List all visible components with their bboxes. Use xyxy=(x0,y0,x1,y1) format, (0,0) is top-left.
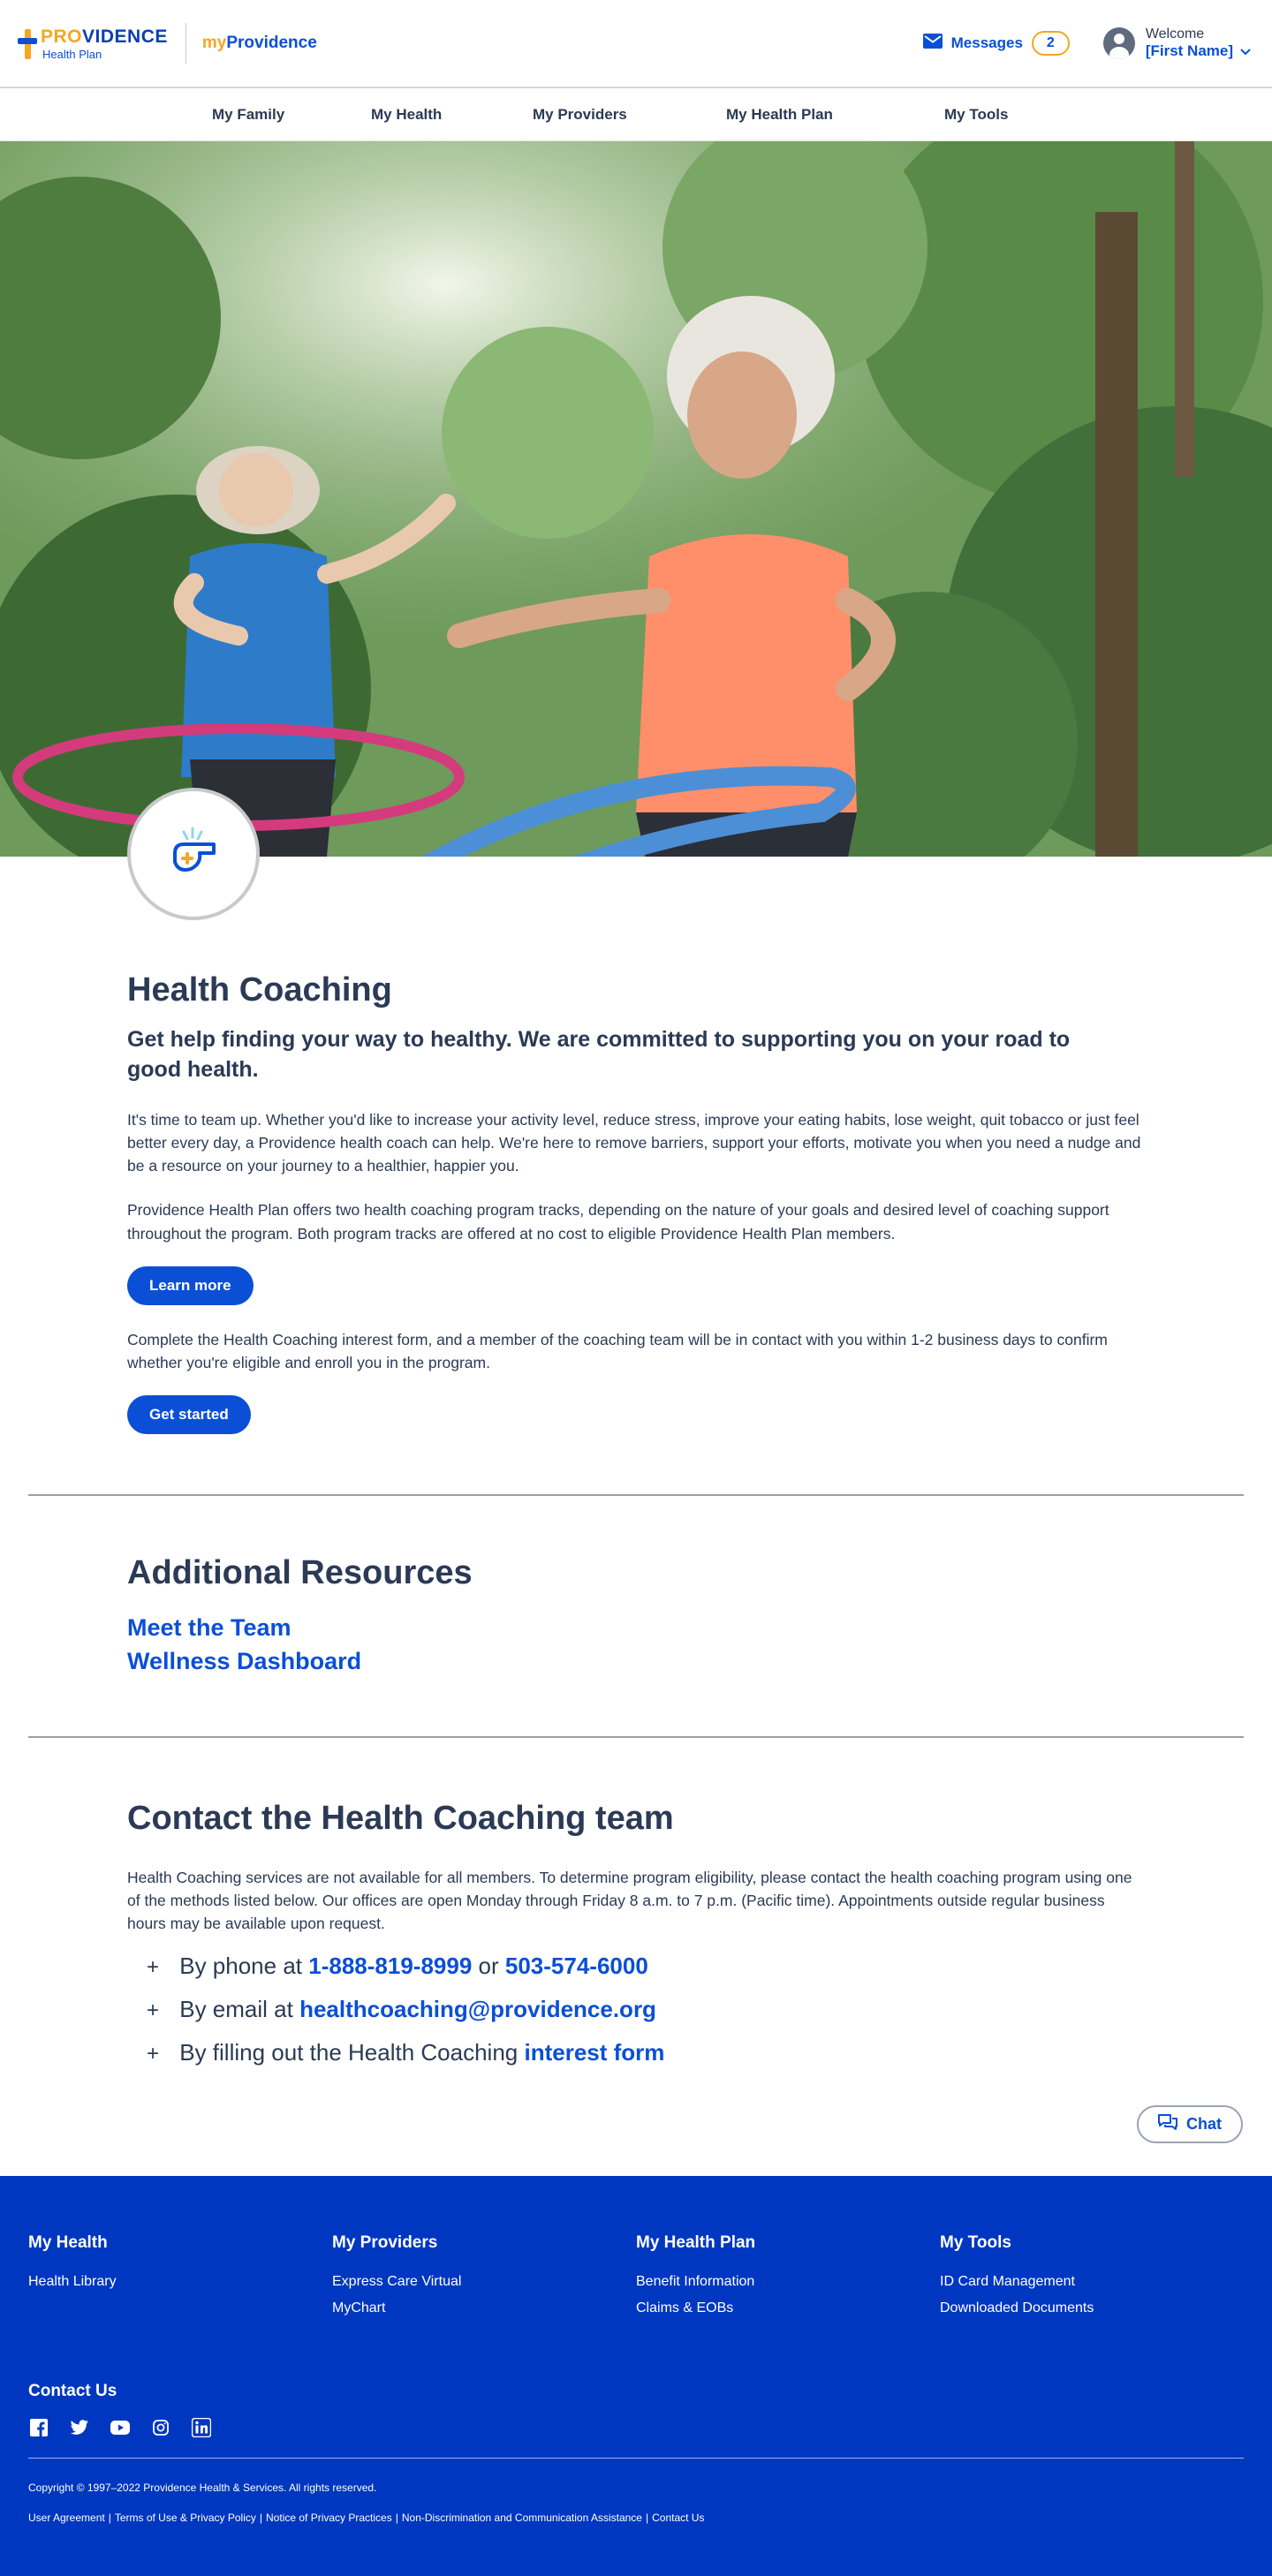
site-header: PROVIDENCE Health Plan myProvidence Mess… xyxy=(0,0,1272,88)
email-prefix: By email at xyxy=(179,1995,293,2022)
footer-link-express-care[interactable]: Express Care Virtual xyxy=(332,2269,636,2295)
footer-link-mychart[interactable]: MyChart xyxy=(332,2295,636,2322)
cross-logo-icon xyxy=(18,28,37,59)
user-name-text: [First Name] xyxy=(1145,42,1233,60)
footer-col-title: My Tools xyxy=(940,2232,1011,2252)
footer-col-my-providers: My Providers Express Care Virtual MyChar… xyxy=(332,2233,636,2323)
user-menu[interactable]: Welcome [First Name] xyxy=(1102,26,1251,61)
footer-col-my-health: My Health Health Library xyxy=(28,2233,332,2323)
legal-links: User Agreement | Terms of Use & Privacy Po… xyxy=(28,2512,705,2525)
portal-suffix: Providence xyxy=(226,34,317,52)
footer-col-title: My Health xyxy=(28,2232,108,2252)
copyright: Copyright © 1997–2022 Providence Health … xyxy=(28,2482,377,2495)
wellness-dashboard-link[interactable]: Wellness Dashboard xyxy=(127,1645,1145,1678)
whistle-icon xyxy=(163,821,224,888)
phone-link-2[interactable]: 503-574-6000 xyxy=(505,1953,648,1979)
learn-more-button[interactable]: Learn more xyxy=(127,1265,254,1305)
footer-col-my-tools: My Tools ID Card Management Downloaded D… xyxy=(940,2233,1244,2323)
avatar-icon xyxy=(1102,26,1135,59)
footer-col-title: My Providers xyxy=(332,2232,438,2252)
page-title: Health Coaching xyxy=(127,971,392,1008)
footer-link-id-card[interactable]: ID Card Management xyxy=(940,2269,1244,2295)
plus-icon: + xyxy=(147,1998,160,2022)
plus-icon: + xyxy=(147,1954,160,1979)
contact-section: Contact the Health Coaching team Health … xyxy=(0,1738,1272,2075)
get-started-button[interactable]: Get started xyxy=(127,1395,251,1435)
chat-label: Chat xyxy=(1186,2114,1222,2133)
nav-my-providers[interactable]: My Providers xyxy=(533,106,627,124)
footer-link-downloaded-documents[interactable]: Downloaded Documents xyxy=(940,2295,1244,2322)
phone-link-1[interactable]: 1-888-819-8999 xyxy=(308,1953,472,1979)
nav-my-family[interactable]: My Family xyxy=(212,106,284,124)
providence-logo[interactable]: PROVIDENCE Health Plan xyxy=(18,27,168,60)
legal-terms-privacy[interactable]: Terms of Use & Privacy Policy xyxy=(115,2512,256,2524)
contact-form-item: + By filling out the Health Coaching int… xyxy=(147,2031,1145,2074)
chevron-down-icon xyxy=(1240,42,1251,60)
footer-columns: My Health Health Library My Providers Ex… xyxy=(28,2233,1244,2323)
page-subtitle: Get help finding your way to healthy. We… xyxy=(127,1027,1071,1082)
chat-wrap: Chat xyxy=(0,2104,1272,2143)
nav-my-health[interactable]: My Health xyxy=(371,106,442,124)
instagram-icon[interactable] xyxy=(150,2417,171,2438)
interest-form-link[interactable]: interest form xyxy=(524,2039,664,2066)
youtube-icon[interactable] xyxy=(110,2417,131,2438)
footer-col-title: My Health Plan xyxy=(636,2232,756,2252)
phone-prefix: By phone at xyxy=(179,1952,303,1979)
envelope-icon xyxy=(922,33,943,53)
portal-prefix: my xyxy=(201,34,227,52)
twitter-icon[interactable] xyxy=(69,2417,90,2438)
intro-paragraph-3: Complete the Health Coaching interest fo… xyxy=(127,1330,1108,1371)
site-footer: My Health Health Library My Providers Ex… xyxy=(0,2175,1272,2576)
chat-bubbles-icon xyxy=(1158,2113,1177,2134)
logo-subtitle: Health Plan xyxy=(42,47,102,61)
linkedin-icon[interactable] xyxy=(191,2417,212,2438)
contact-paragraph: Health Coaching services are not availab… xyxy=(127,1868,1132,1933)
intro-paragraph-1: It's time to team up. Whether you'd like… xyxy=(127,1110,1141,1175)
phone-or: or xyxy=(478,1952,499,1979)
hero-illustration xyxy=(0,141,1272,857)
welcome-label: Welcome xyxy=(1145,26,1205,42)
footer-rule xyxy=(28,2458,1244,2459)
contact-phone-item: + By phone at 1-888-819-8999 or 503-574-… xyxy=(147,1945,1145,1988)
chat-button[interactable]: Chat xyxy=(1137,2104,1243,2143)
social-links xyxy=(28,2417,1244,2438)
logo-word: PROVIDENCE xyxy=(41,26,168,47)
facebook-icon[interactable] xyxy=(28,2417,49,2438)
user-name[interactable]: [First Name] xyxy=(1146,42,1251,60)
footer-link-claims-eobs[interactable]: Claims & EOBs xyxy=(636,2295,940,2322)
coaching-badge xyxy=(127,788,260,920)
contact-methods-list: + By phone at 1-888-819-8999 or 503-574-… xyxy=(127,1945,1145,2075)
footer-contact-us: Contact Us xyxy=(28,2382,117,2401)
hero-image xyxy=(0,141,1272,857)
plus-icon: + xyxy=(147,2042,160,2066)
email-link[interactable]: healthcoaching@providence.org xyxy=(299,1996,656,2022)
footer-link-benefit-information[interactable]: Benefit Information xyxy=(636,2269,940,2295)
messages-label: Messages xyxy=(950,34,1023,51)
main-nav: My Family My Health My Providers My Heal… xyxy=(0,88,1272,141)
legal-user-agreement[interactable]: User Agreement xyxy=(28,2512,105,2524)
legal-non-discrimination[interactable]: Non-Discrimination and Communication Ass… xyxy=(402,2512,642,2524)
legal-privacy-practices[interactable]: Notice of Privacy Practices xyxy=(266,2512,392,2524)
messages-link[interactable]: Messages 2 xyxy=(922,30,1070,56)
nav-my-tools[interactable]: My Tools xyxy=(944,106,1008,124)
legal-contact-us[interactable]: Contact Us xyxy=(652,2512,704,2524)
meet-the-team-link[interactable]: Meet the Team xyxy=(127,1612,1145,1644)
resources-section: Additional Resources Meet the Team Welln… xyxy=(0,1496,1272,1736)
portal-name[interactable]: myProvidence xyxy=(202,34,317,53)
contact-title: Contact the Health Coaching team xyxy=(127,1799,674,1837)
intro-paragraph-2: Providence Health Plan offers two health… xyxy=(127,1201,1109,1243)
footer-link-health-library[interactable]: Health Library xyxy=(28,2269,332,2295)
contact-email-item: + By email at healthcoaching@providence.… xyxy=(147,1988,1145,2031)
intro-section: Health Coaching Get help finding your wa… xyxy=(0,857,1272,1457)
nav-my-health-plan[interactable]: My Health Plan xyxy=(726,106,833,124)
messages-count-badge: 2 xyxy=(1031,30,1070,56)
brand: PROVIDENCE Health Plan myProvidence xyxy=(18,0,317,87)
footer-col-my-health-plan: My Health Plan Benefit Information Claim… xyxy=(636,2233,940,2323)
form-prefix: By filling out the Health Coaching xyxy=(179,2039,519,2066)
resources-title: Additional Resources xyxy=(127,1554,473,1592)
